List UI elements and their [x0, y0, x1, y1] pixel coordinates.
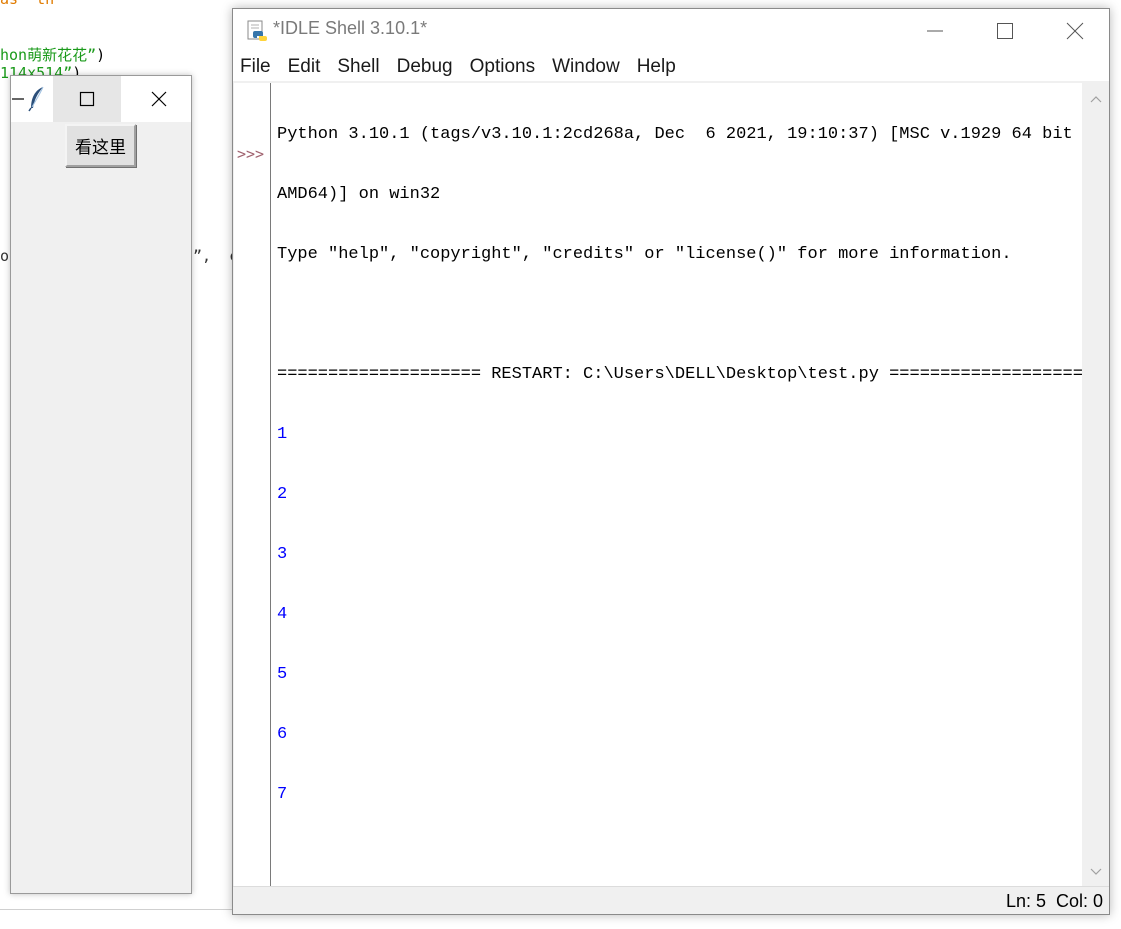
prompt-gutter: >>>: [234, 83, 271, 886]
maximize-icon: [79, 91, 95, 107]
python-idle-icon: [247, 20, 267, 41]
menu-shell[interactable]: Shell: [336, 56, 380, 78]
shell-output: Python 3.10.1 (tags/v3.10.1:2cd268a, Dec…: [277, 85, 1093, 845]
output-line: 5: [277, 665, 288, 684]
tk-close-button[interactable]: [127, 76, 191, 122]
chevron-up-icon: [1090, 96, 1101, 103]
minimize-icon: [927, 30, 943, 32]
maximize-icon: [997, 23, 1013, 39]
tk-minimize-button[interactable]: [11, 76, 25, 122]
output-line: 6: [277, 725, 288, 744]
tk-titlebar[interactable]: [11, 76, 191, 122]
output-line: 3: [277, 545, 288, 564]
menu-bar: File Edit Shell Debug Options Window Hel…: [233, 53, 1109, 81]
vertical-scrollbar[interactable]: [1082, 83, 1109, 886]
close-button[interactable]: [1040, 9, 1110, 53]
menu-options[interactable]: Options: [469, 56, 536, 78]
maximize-button[interactable]: [970, 9, 1040, 53]
status-bar: Ln: 5 Col: 0: [233, 886, 1109, 914]
tk-maximize-button[interactable]: [53, 76, 121, 122]
tk-feather-icon: [28, 86, 44, 112]
idle-titlebar[interactable]: *IDLE Shell 3.10.1*: [233, 9, 1109, 53]
menu-edit[interactable]: Edit: [287, 56, 322, 78]
look-here-button[interactable]: 看这里: [65, 124, 136, 167]
background-divider: [0, 909, 240, 910]
menu-window[interactable]: Window: [551, 56, 621, 78]
shell-line: Type "help", "copyright", "credits" or "…: [277, 245, 1012, 264]
menu-file[interactable]: File: [239, 56, 272, 78]
cursor-position: Ln: 5 Col: 0: [1005, 891, 1103, 911]
background-code-fragment: as th: [0, 0, 54, 8]
output-line: 4: [277, 605, 288, 624]
shell-prompt: >>>: [237, 145, 265, 163]
window-title: *IDLE Shell 3.10.1*: [273, 18, 428, 38]
background-code-line: hon萌新花花”): [0, 44, 105, 65]
shell-line: AMD64)] on win32: [277, 185, 441, 204]
close-icon: [151, 91, 167, 107]
output-line: 7: [277, 785, 288, 804]
minimize-button[interactable]: [900, 9, 970, 53]
restart-banner: ==================== RESTART: C:\Users\D…: [277, 365, 1094, 384]
scroll-down-button[interactable]: [1082, 862, 1109, 882]
tk-window: 看这里: [10, 75, 192, 894]
menu-debug[interactable]: Debug: [396, 56, 454, 78]
scroll-up-button[interactable]: [1082, 89, 1109, 109]
output-line: 1: [277, 425, 288, 444]
chevron-down-icon: [1090, 868, 1101, 875]
background-code-string: hon萌新花花”: [0, 46, 97, 64]
output-line: 2: [277, 485, 288, 504]
background-code-fragment: o: [0, 247, 10, 265]
menu-help[interactable]: Help: [636, 56, 677, 78]
background-code-paren: ): [96, 46, 106, 64]
close-icon: [1066, 22, 1084, 40]
shell-text-area[interactable]: >>> Python 3.10.1 (tags/v3.10.1:2cd268a,…: [234, 83, 1093, 886]
shell-line: Python 3.10.1 (tags/v3.10.1:2cd268a, Dec…: [277, 125, 1094, 144]
minimize-icon: [12, 98, 24, 100]
idle-shell-window: *IDLE Shell 3.10.1* File Edit Shell Debu…: [232, 8, 1110, 915]
